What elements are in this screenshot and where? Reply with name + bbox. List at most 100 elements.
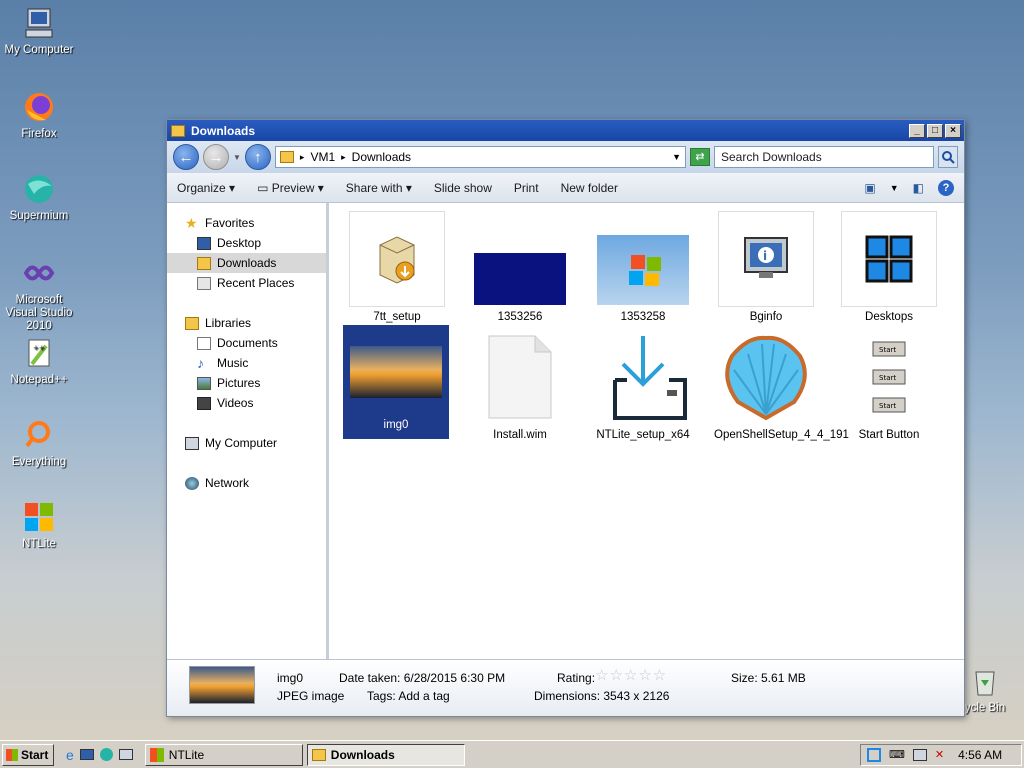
file-name: Bginfo [749,311,783,323]
desktop-icon-everything[interactable]: Everything [0,418,78,469]
desktops-tray-icon[interactable] [867,747,881,762]
details-file-type: JPEG image [277,689,345,703]
start-button[interactable]: Start [2,743,54,766]
details-file-name: img0 [277,671,304,685]
change-view-icon[interactable]: ▣ [864,181,875,195]
file-item[interactable]: Install.wim [468,329,572,441]
desktop-icon-label: Firefox [21,128,57,140]
share-with-label: Share with [345,180,403,195]
forward-button[interactable]: → [203,144,229,170]
address-bar[interactable]: ▸ VM1 ▸ Downloads ▼ [274,146,686,168]
new-folder-button[interactable]: New folder [561,181,618,195]
desktop-icon-label: Notepad++ [10,374,68,386]
visual-studio-icon [22,256,56,290]
nav-downloads[interactable]: Downloads [167,253,326,273]
nav-music[interactable]: ♪ Music [167,353,326,373]
details-tags[interactable]: Tags: Add a tag [367,689,450,703]
file-item[interactable]: OpenShellSetup_4_4_191 [714,329,849,441]
file-item[interactable]: NTLite_setup_x64 [591,329,695,441]
file-item[interactable]: 1353258 [591,211,695,323]
nav-libraries[interactable]: Libraries [167,313,326,333]
title-bar[interactable]: Downloads _ □ × [167,120,964,141]
file-item[interactable]: Desktops [837,211,941,323]
nav-label: Network [205,476,250,490]
file-item[interactable]: Start Start Start Start Button [837,329,941,441]
music-icon: ♪ [197,354,204,371]
taskbar-button-label: Downloads [330,747,395,762]
display-tray-icon[interactable] [912,748,927,761]
nav-videos[interactable]: Videos [167,393,326,413]
nav-documents[interactable]: Documents [167,333,326,353]
organize-button[interactable]: Organize ▾ [177,181,235,195]
preview-pane-icon[interactable]: ◧ [913,181,924,195]
file-name: 1353258 [620,311,666,323]
svg-text:++: ++ [33,344,45,352]
desktop-icon-supermium[interactable]: Supermium [0,172,78,223]
search-input[interactable]: Search Downloads [714,146,934,168]
supermium-quick-icon[interactable] [99,748,113,761]
rating-stars[interactable]: ☆☆☆☆☆ [595,666,667,684]
desktop-icon-ntlite[interactable]: NTLite [0,500,78,551]
chevron-right-icon[interactable]: ▸ [341,152,346,163]
ie-icon[interactable]: e [66,747,74,763]
preview-label: Preview [271,180,315,195]
up-button[interactable]: ↑ [244,144,271,170]
nav-pictures[interactable]: Pictures [167,373,326,393]
breadcrumb-vm1[interactable]: VM1 [310,150,335,164]
close-button[interactable]: × [945,123,961,138]
chevron-right-icon[interactable]: ▸ [300,152,305,163]
address-dropdown-icon[interactable]: ▼ [672,152,681,162]
nav-label: My Computer [205,436,278,450]
desktop-icon-label: NTLite [22,538,56,550]
nav-my-computer[interactable]: My Computer [167,433,326,453]
taskbar-button-downloads[interactable]: Downloads [306,743,465,766]
recent-places-icon [197,276,211,290]
everything-icon [22,418,56,452]
maximize-button[interactable]: □ [927,123,943,138]
nav-label: Recent Places [217,276,295,290]
volume-muted-icon[interactable]: ✕ [935,748,944,761]
help-icon[interactable]: ? [938,179,954,196]
nav-label: Videos [217,396,254,410]
file-item[interactable]: 7tt_setup [345,211,449,323]
file-item[interactable]: i Bginfo [714,211,818,323]
explorer-window: Downloads _ □ × ← → ▼ ↑ ▸ VM1 ▸ Download… [166,119,965,717]
start-button-icon: Start Start Start [841,329,937,425]
show-desktop-icon[interactable] [79,749,94,760]
search-icon[interactable] [938,146,958,168]
nav-favorites[interactable]: ★ Favorites [167,213,326,233]
desktop-icon-firefox[interactable]: Firefox [0,90,78,141]
preview-button[interactable]: ▭ Preview ▾ [257,181,324,195]
desktop-icon-my-computer[interactable]: My Computer [0,6,78,57]
slide-show-button[interactable]: Slide show [434,181,492,195]
desktop-icon-label: Everything [11,456,67,468]
desktop-icon-notepadpp[interactable]: ++ Notepad++ [0,336,78,387]
file-item[interactable]: 1353256 [468,211,572,323]
file-item-selected[interactable]: img0 [343,325,449,439]
breadcrumb-downloads[interactable]: Downloads [352,150,411,164]
search-placeholder: Search Downloads [721,150,822,164]
view-dropdown-icon[interactable]: ▼ [890,183,899,193]
file-name: OpenShellSetup_4_4_191 [714,429,849,441]
downloads-folder-icon [197,256,211,270]
window-switcher-icon[interactable] [118,749,133,760]
print-button[interactable]: Print [514,181,539,195]
minimize-button[interactable]: _ [909,123,925,138]
nav-label: Downloads [217,256,277,270]
keyboard-tray-icon[interactable]: ⌨ [889,748,905,761]
back-button[interactable]: ← [173,144,199,170]
preview-icon: ▭ [257,180,269,195]
nav-network[interactable]: Network [167,473,326,493]
share-with-button[interactable]: Share with ▾ [346,181,412,195]
recent-pages-dropdown-icon[interactable]: ▼ [233,153,241,162]
taskbar-button-ntlite[interactable]: NTLite [144,743,303,766]
clock[interactable]: 4:56 AM [958,748,1002,762]
desktop-icon-visual-studio[interactable]: Microsoft Visual Studio 2010 [0,256,78,333]
nav-desktop[interactable]: Desktop [167,233,326,253]
nav-recent-places[interactable]: Recent Places [167,273,326,293]
refresh-button[interactable]: ⇄ [690,148,710,166]
image-thumbnail [348,329,444,415]
image-thumbnail [472,211,568,307]
details-date-taken[interactable]: Date taken: 6/28/2015 6:30 PM [339,671,505,685]
file-list: 7tt_setup 1353256 1353258 i Bginfo Deskt… [329,203,964,659]
